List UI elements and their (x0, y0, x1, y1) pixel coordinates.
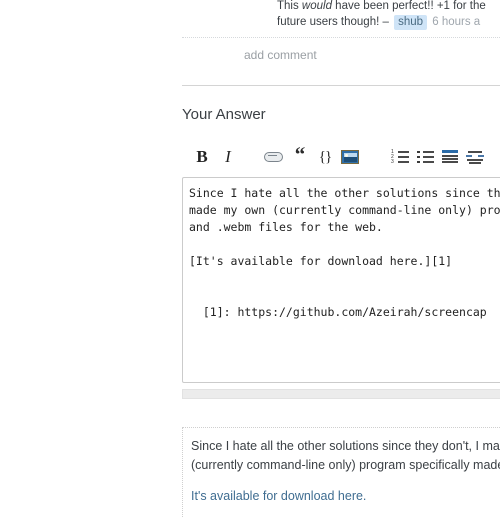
image-button[interactable] (338, 145, 362, 169)
italic-icon: I (225, 147, 231, 166)
numbered-list-button[interactable]: 1 2 3 (388, 145, 412, 169)
comment-text-emphasis: would (301, 0, 332, 12)
answer-editor-textarea[interactable]: Since I hate all the other solutions sin… (182, 177, 500, 383)
numbered-list-icon: 1 2 3 (391, 150, 409, 165)
preview-link-paragraph: It's available for download here. (191, 487, 500, 506)
answer-editor-content: Since I hate all the other solutions sin… (189, 186, 500, 319)
editor-resize-grip[interactable] (182, 389, 500, 399)
undo-icon (466, 150, 484, 164)
comment-author-link[interactable]: shub (394, 15, 428, 30)
ol-number-3: 3 (391, 159, 394, 165)
editor-toolbar: B I “ {} 1 2 3 (182, 141, 500, 171)
preview-download-link[interactable]: It's available for download here. (191, 489, 366, 503)
comment-line-1: This would have been perfect!! +1 for th… (277, 0, 486, 14)
bold-button[interactable]: B (190, 145, 214, 169)
preview-paragraph-line-2: (currently command-line only) program sp… (191, 458, 500, 472)
comment-text-continuation: future users though! – (277, 16, 389, 28)
blockquote-icon: “ (294, 141, 306, 166)
answer-page-column: This would have been perfect!! +1 for th… (182, 0, 500, 517)
preview-paragraph-line-1: Since I hate all the other solutions sin… (191, 439, 500, 453)
code-button[interactable]: {} (313, 145, 337, 169)
add-comment-link[interactable]: add comment (244, 48, 317, 62)
comment-line-2: future users though! – shub 6 hours a (277, 14, 480, 30)
image-icon (341, 150, 359, 164)
comment-timestamp: 6 hours a (432, 16, 481, 28)
bold-icon: B (196, 147, 208, 166)
your-answer-heading: Your Answer (182, 106, 266, 123)
blockquote-button[interactable]: “ (288, 141, 312, 169)
code-icon: {} (318, 148, 332, 165)
answer-section-divider (182, 85, 500, 86)
answer-preview: Since I hate all the other solutions sin… (182, 427, 500, 517)
comment-text-pre: This (277, 0, 302, 12)
horizontal-rule-icon (441, 150, 459, 164)
comment-divider (182, 37, 500, 38)
bulleted-list-button[interactable] (413, 145, 437, 169)
hyperlink-icon (263, 152, 283, 162)
bulleted-list-icon (416, 150, 434, 164)
hyperlink-button[interactable] (261, 145, 285, 169)
horizontal-rule-button[interactable] (438, 145, 462, 169)
comment-text-post: have been perfect!! +1 for the (331, 0, 486, 12)
undo-button[interactable] (463, 145, 487, 169)
italic-button[interactable]: I (216, 145, 240, 169)
